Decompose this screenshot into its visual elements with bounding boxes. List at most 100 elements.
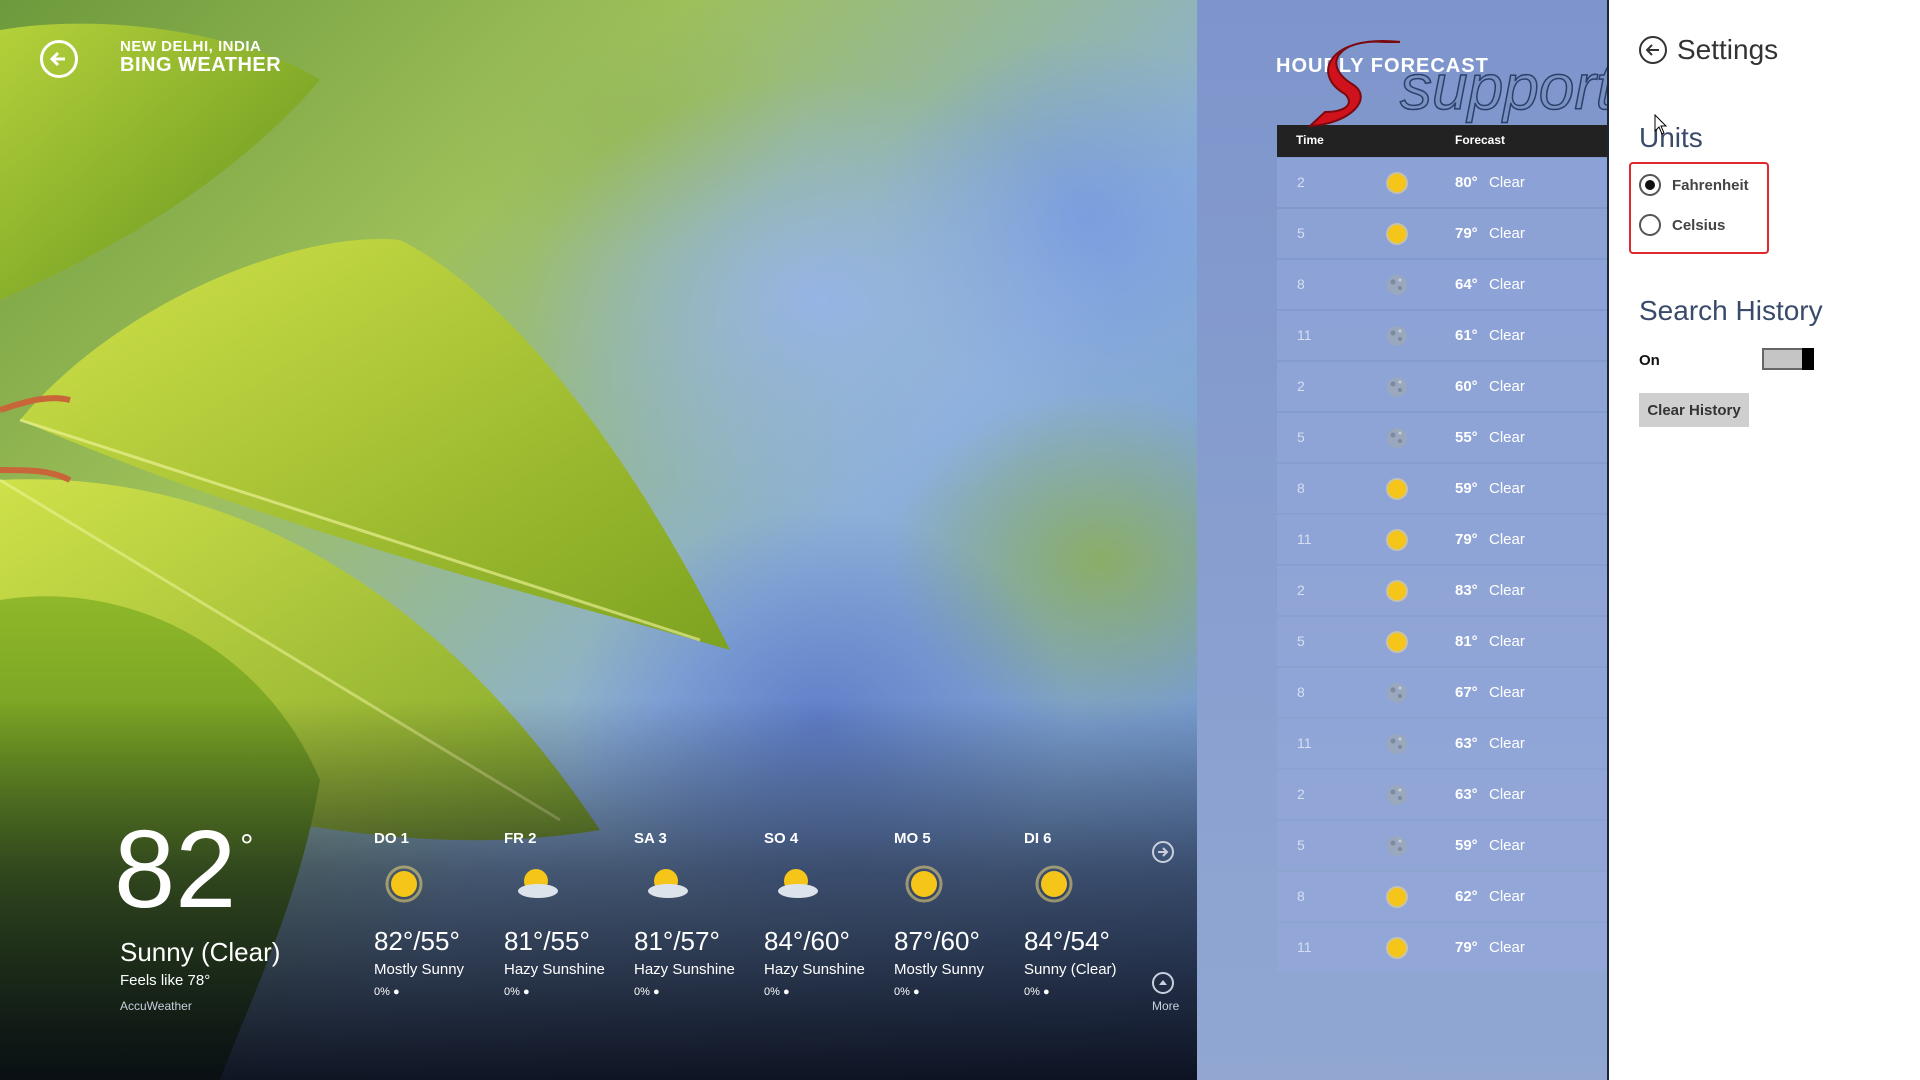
hour-condition: Clear bbox=[1489, 684, 1525, 701]
day-name: MO 5 bbox=[894, 830, 931, 847]
arrow-left-icon bbox=[1646, 44, 1659, 56]
search-history-heading: Search History bbox=[1639, 295, 1823, 326]
hour-time: 2 bbox=[1297, 378, 1305, 394]
data-source: AccuWeather bbox=[120, 999, 192, 1013]
day-temps: 84°/54° bbox=[1024, 926, 1110, 956]
hour-time: 11 bbox=[1297, 939, 1312, 955]
sun-icon bbox=[1024, 854, 1149, 914]
hourly-row: 2 60° Clear bbox=[1277, 362, 1607, 411]
hourly-row: 5 81° Clear bbox=[1277, 617, 1607, 666]
hourly-row: 2 80° Clear bbox=[1277, 158, 1607, 207]
hour-temp: 81° bbox=[1455, 633, 1478, 650]
day-name: DO 1 bbox=[374, 830, 410, 847]
fahrenheit-radio[interactable] bbox=[1639, 174, 1661, 196]
col-forecast: Forecast bbox=[1455, 133, 1506, 147]
drop-icon: ● bbox=[912, 986, 920, 998]
hour-temp: 60° bbox=[1455, 378, 1478, 395]
arrow-left-icon bbox=[49, 51, 65, 67]
hour-temp: 55° bbox=[1455, 429, 1478, 446]
hour-condition: Clear bbox=[1489, 888, 1525, 905]
hour-condition: Clear bbox=[1489, 480, 1525, 497]
fahrenheit-label[interactable]: Fahrenheit bbox=[1672, 177, 1749, 194]
hour-time: 2 bbox=[1297, 786, 1305, 802]
search-history-toggle[interactable] bbox=[1762, 348, 1814, 370]
sun-icon bbox=[1386, 937, 1408, 959]
settings-title: Settings bbox=[1677, 34, 1779, 65]
sun-icon bbox=[1386, 580, 1408, 602]
day-condition: Hazy Sunshine bbox=[504, 961, 605, 978]
hourly-row: 11 61° Clear bbox=[1277, 311, 1607, 360]
hourly-row: 2 83° Clear bbox=[1277, 566, 1607, 615]
back-button[interactable] bbox=[40, 40, 78, 78]
toggle-knob bbox=[1802, 348, 1814, 370]
daily-forecast-item[interactable]: DI 6 84°/54° Sunny (Clear) 0% ● bbox=[1024, 830, 1149, 998]
day-name: SO 4 bbox=[764, 830, 799, 847]
col-time: Time bbox=[1296, 133, 1324, 147]
daily-forecast-item[interactable]: FR 2 81°/55° Hazy Sunshine 0% ● bbox=[504, 830, 629, 998]
hour-time: 5 bbox=[1297, 429, 1305, 445]
hour-time: 5 bbox=[1297, 837, 1305, 853]
feels-like: Feels like 78° bbox=[120, 972, 211, 989]
hazy-sun-icon bbox=[764, 854, 889, 914]
moon-icon bbox=[1387, 734, 1407, 754]
hourly-row: 8 62° Clear bbox=[1277, 872, 1607, 921]
celsius-label[interactable]: Celsius bbox=[1672, 217, 1725, 234]
hour-temp: 64° bbox=[1455, 276, 1478, 293]
sun-icon bbox=[374, 854, 499, 914]
hour-temp: 79° bbox=[1455, 225, 1478, 242]
hour-temp: 80° bbox=[1455, 174, 1478, 191]
daily-forecast-item[interactable]: SA 3 81°/57° Hazy Sunshine 0% ● bbox=[634, 830, 759, 998]
hour-condition: Clear bbox=[1489, 939, 1525, 956]
day-precip: 0% ● bbox=[894, 986, 920, 998]
daily-forecast-item[interactable]: DO 1 82°/55° Mostly Sunny 0% ● bbox=[374, 830, 499, 998]
day-condition: Mostly Sunny bbox=[374, 961, 465, 978]
drop-icon: ● bbox=[522, 986, 530, 998]
day-precip: 0% ● bbox=[1024, 986, 1050, 998]
settings-pane: Settings Units Fahrenheit Celsius Search… bbox=[1607, 0, 1920, 1080]
hour-condition: Clear bbox=[1489, 378, 1525, 395]
hour-condition: Clear bbox=[1489, 582, 1525, 599]
hour-time: 11 bbox=[1297, 735, 1312, 751]
day-condition: Hazy Sunshine bbox=[764, 961, 865, 978]
moon-icon bbox=[1387, 836, 1407, 856]
clear-history-button[interactable]: Clear History bbox=[1639, 393, 1749, 427]
moon-icon bbox=[1387, 683, 1407, 703]
day-precip: 0% ● bbox=[634, 986, 660, 998]
hour-temp: 61° bbox=[1455, 327, 1478, 344]
day-precip: 0% ● bbox=[374, 986, 400, 998]
units-heading: Units bbox=[1639, 122, 1703, 153]
hour-temp: 67° bbox=[1455, 684, 1478, 701]
hour-time: 11 bbox=[1297, 327, 1312, 343]
hour-time: 8 bbox=[1297, 888, 1305, 904]
hour-time: 2 bbox=[1297, 174, 1305, 190]
day-name: FR 2 bbox=[504, 830, 537, 847]
next-days-button[interactable] bbox=[1152, 841, 1174, 863]
hazy-sun-icon bbox=[504, 854, 629, 914]
hourly-row: 5 55° Clear bbox=[1277, 413, 1607, 462]
hour-temp: 79° bbox=[1455, 939, 1478, 956]
hour-time: 11 bbox=[1297, 531, 1312, 547]
hour-condition: Clear bbox=[1489, 531, 1525, 548]
settings-back-button[interactable] bbox=[1639, 36, 1667, 64]
day-condition: Sunny (Clear) bbox=[1024, 961, 1117, 978]
hour-time: 8 bbox=[1297, 684, 1305, 700]
hour-condition: Clear bbox=[1489, 429, 1525, 446]
moon-icon bbox=[1387, 275, 1407, 295]
hour-condition: Clear bbox=[1489, 786, 1525, 803]
hour-condition: Clear bbox=[1489, 633, 1525, 650]
app-title: BING WEATHER bbox=[120, 54, 282, 76]
hourly-row: 2 63° Clear bbox=[1277, 770, 1607, 819]
drop-icon: ● bbox=[392, 986, 400, 998]
day-precip: 0% ● bbox=[764, 986, 790, 998]
daily-forecast-item[interactable]: SO 4 84°/60° Hazy Sunshine 0% ● bbox=[764, 830, 889, 998]
location-label: NEW DELHI, INDIA bbox=[120, 38, 262, 55]
sun-icon bbox=[1386, 886, 1408, 908]
hour-temp: 83° bbox=[1455, 582, 1478, 599]
celsius-radio[interactable] bbox=[1639, 214, 1661, 236]
daily-forecast-item[interactable]: MO 5 87°/60° Mostly Sunny 0% ● bbox=[894, 830, 1019, 998]
more-button[interactable] bbox=[1152, 972, 1174, 994]
hour-temp: 59° bbox=[1455, 480, 1478, 497]
more-label[interactable]: More bbox=[1152, 999, 1179, 1013]
hourly-row: 8 67° Clear bbox=[1277, 668, 1607, 717]
day-condition: Mostly Sunny bbox=[894, 961, 985, 978]
